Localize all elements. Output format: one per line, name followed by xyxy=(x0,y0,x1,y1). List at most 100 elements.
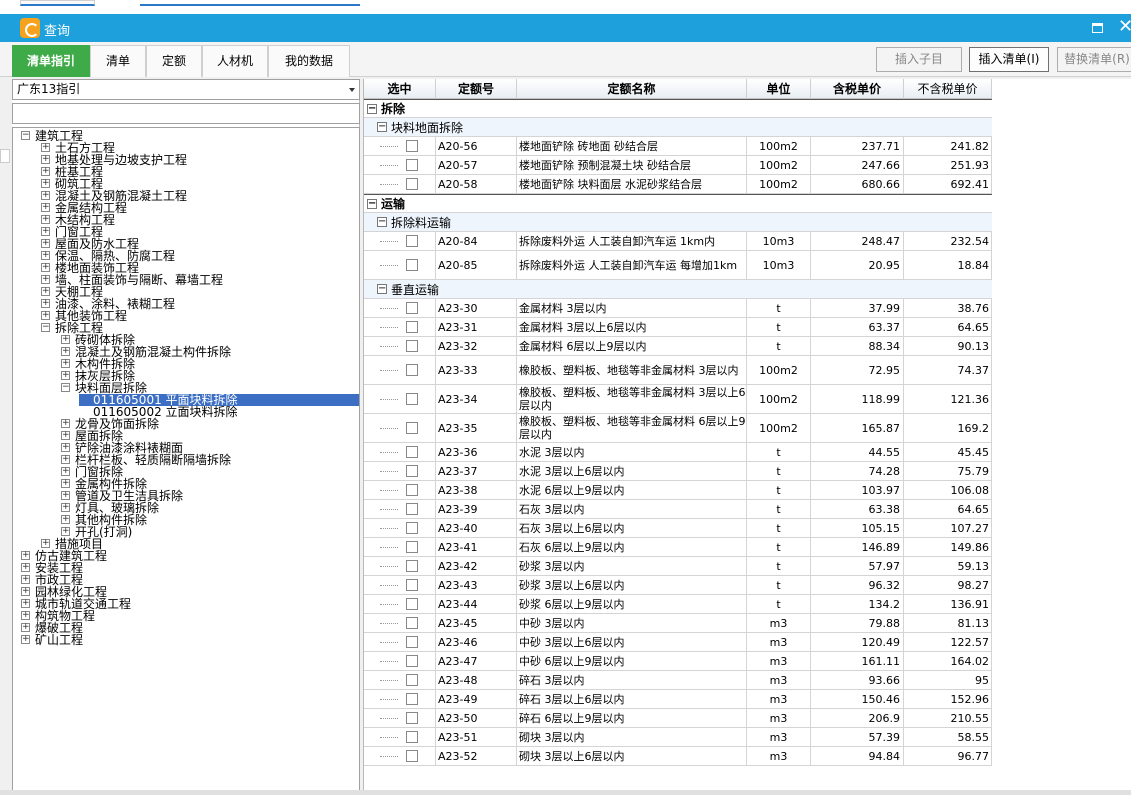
expand-icon[interactable]: + xyxy=(61,443,70,452)
subgroup-row[interactable]: − 块料地面拆除 xyxy=(364,118,992,137)
expand-icon[interactable]: + xyxy=(41,287,50,296)
collapse-icon[interactable]: − xyxy=(367,198,377,209)
expand-icon[interactable]: + xyxy=(41,155,50,164)
row-checkbox[interactable] xyxy=(406,321,418,333)
expand-icon[interactable]: + xyxy=(21,623,30,632)
row-checkbox[interactable] xyxy=(406,259,418,271)
expand-icon[interactable]: + xyxy=(41,203,50,212)
table-row[interactable]: A23-37 水泥 3层以上6层以内 t 74.28 75.79 xyxy=(364,462,992,481)
row-checkbox[interactable] xyxy=(406,159,418,171)
row-checkbox[interactable] xyxy=(406,484,418,496)
collapse-icon[interactable]: − xyxy=(377,122,387,132)
col-price-tax[interactable]: 含税单价 xyxy=(811,79,904,99)
row-checkbox[interactable] xyxy=(406,503,418,515)
row-checkbox[interactable] xyxy=(406,636,418,648)
col-select[interactable]: 选中 xyxy=(364,79,436,99)
subgroup-row[interactable]: − 拆除料运输 xyxy=(364,213,992,232)
maximize-icon[interactable] xyxy=(1092,23,1103,33)
expand-icon[interactable]: + xyxy=(41,275,50,284)
filter-input[interactable] xyxy=(12,103,360,124)
tab-my-data[interactable]: 我的数据 xyxy=(268,45,350,77)
expand-icon[interactable]: + xyxy=(21,611,30,620)
expand-icon[interactable]: + xyxy=(41,239,50,248)
expand-icon[interactable]: + xyxy=(41,215,50,224)
expand-icon[interactable]: + xyxy=(61,479,70,488)
table-row[interactable]: A23-33 橡胶板、塑料板、地毯等非金属材料 3层以内 100m2 72.95 74.… xyxy=(364,356,992,385)
row-checkbox[interactable] xyxy=(406,541,418,553)
group-row[interactable]: − 拆除 xyxy=(364,99,992,118)
expand-icon[interactable]: + xyxy=(61,347,70,356)
subgroup-row[interactable]: − 垂直运输 xyxy=(364,280,992,299)
expand-icon[interactable]: + xyxy=(61,503,70,512)
expand-icon[interactable]: + xyxy=(41,143,50,152)
table-row[interactable]: A23-43 砂浆 3层以上6层以内 t 96.32 98.27 xyxy=(364,576,992,595)
tab-list[interactable]: 清单 xyxy=(90,45,146,77)
row-checkbox[interactable] xyxy=(406,712,418,724)
expand-icon[interactable]: + xyxy=(61,371,70,380)
expand-icon[interactable]: + xyxy=(21,587,30,596)
expand-icon[interactable]: + xyxy=(21,599,30,608)
expand-icon[interactable]: + xyxy=(41,311,50,320)
collapse-icon[interactable]: − xyxy=(367,103,377,114)
expand-icon[interactable]: + xyxy=(21,635,30,644)
col-code[interactable]: 定额号 xyxy=(436,79,517,99)
row-checkbox[interactable] xyxy=(406,731,418,743)
table-row[interactable]: A23-52 砌块 3层以上6层以内 m3 94.84 96.77 xyxy=(364,747,992,766)
row-checkbox[interactable] xyxy=(406,598,418,610)
table-row[interactable]: A20-56 楼地面铲除 砖地面 砂结合层 100m2 237.71 241.82 xyxy=(364,137,992,156)
table-row[interactable]: A20-85 拆除废料外运 人工装自卸汽车运 每增加1km 10m3 20.95 18.… xyxy=(364,251,992,280)
row-checkbox[interactable] xyxy=(406,178,418,190)
table-row[interactable]: A23-42 砂浆 3层以内 t 57.97 59.13 xyxy=(364,557,992,576)
row-checkbox[interactable] xyxy=(406,522,418,534)
table-row[interactable]: A23-48 碎石 3层以内 m3 93.66 95 xyxy=(364,671,992,690)
row-checkbox[interactable] xyxy=(406,693,418,705)
expand-icon[interactable]: + xyxy=(61,491,70,500)
group-row[interactable]: − 运输 xyxy=(364,194,992,213)
table-row[interactable]: A23-40 石灰 3层以上6层以内 t 105.15 107.27 xyxy=(364,519,992,538)
row-checkbox[interactable] xyxy=(406,579,418,591)
row-checkbox[interactable] xyxy=(406,340,418,352)
row-checkbox[interactable] xyxy=(406,465,418,477)
expand-icon[interactable]: + xyxy=(61,467,70,476)
table-row[interactable]: A23-50 碎石 6层以上9层以内 m3 206.9 210.55 xyxy=(364,709,992,728)
expand-icon[interactable]: + xyxy=(41,299,50,308)
expand-icon[interactable]: + xyxy=(61,455,70,464)
row-checkbox[interactable] xyxy=(406,674,418,686)
row-checkbox[interactable] xyxy=(406,750,418,762)
tab-labor-material[interactable]: 人材机 xyxy=(202,45,268,77)
guide-select[interactable]: 广东13指引 xyxy=(12,79,360,100)
expand-icon[interactable]: + xyxy=(61,515,70,524)
row-checkbox[interactable] xyxy=(406,393,418,405)
row-checkbox[interactable] xyxy=(406,617,418,629)
close-icon[interactable]: ✕ xyxy=(1118,17,1131,37)
col-price-notax[interactable]: 不含税单价 xyxy=(904,79,992,99)
row-checkbox[interactable] xyxy=(406,364,418,376)
table-row[interactable]: A23-44 砂浆 6层以上9层以内 t 134.2 136.91 xyxy=(364,595,992,614)
expand-icon[interactable]: + xyxy=(21,575,30,584)
tab-list-guide[interactable]: 清单指引 xyxy=(12,45,90,77)
table-row[interactable]: A23-39 石灰 3层以内 t 63.38 64.65 xyxy=(364,500,992,519)
table-row[interactable]: A23-49 碎石 3层以上6层以内 m3 150.46 152.96 xyxy=(364,690,992,709)
table-row[interactable]: A23-38 水泥 6层以上9层以内 t 103.97 106.08 xyxy=(364,481,992,500)
expand-icon[interactable]: + xyxy=(41,179,50,188)
insert-child-button[interactable]: 插入子目 xyxy=(876,47,962,72)
expand-icon[interactable]: + xyxy=(21,551,30,560)
replace-list-button[interactable]: 替换清单(R) xyxy=(1057,47,1131,72)
row-checkbox[interactable] xyxy=(406,422,418,434)
table-row[interactable]: A23-31 金属材料 3层以上6层以内 t 63.37 64.65 xyxy=(364,318,992,337)
col-name[interactable]: 定额名称 xyxy=(517,79,747,99)
expand-icon[interactable]: + xyxy=(41,539,50,548)
expand-icon[interactable]: + xyxy=(61,527,70,536)
table-row[interactable]: A23-35 橡胶板、塑料板、地毯等非金属材料 6层以上9层以内 100m2 165.… xyxy=(364,414,992,443)
table-row[interactable]: A23-51 砌块 3层以内 m3 57.39 58.55 xyxy=(364,728,992,747)
expand-icon[interactable]: + xyxy=(61,431,70,440)
expand-icon[interactable]: + xyxy=(41,251,50,260)
expand-icon[interactable]: + xyxy=(61,359,70,368)
table-row[interactable]: A23-46 中砂 3层以上6层以内 m3 120.49 122.57 xyxy=(364,633,992,652)
table-row[interactable]: A23-41 石灰 6层以上9层以内 t 146.89 149.86 xyxy=(364,538,992,557)
row-checkbox[interactable] xyxy=(406,560,418,572)
row-checkbox[interactable] xyxy=(406,655,418,667)
collapse-icon[interactable]: − xyxy=(377,284,387,294)
table-row[interactable]: A23-47 中砂 6层以上9层以内 m3 161.11 164.02 xyxy=(364,652,992,671)
expand-icon[interactable]: + xyxy=(61,335,70,344)
